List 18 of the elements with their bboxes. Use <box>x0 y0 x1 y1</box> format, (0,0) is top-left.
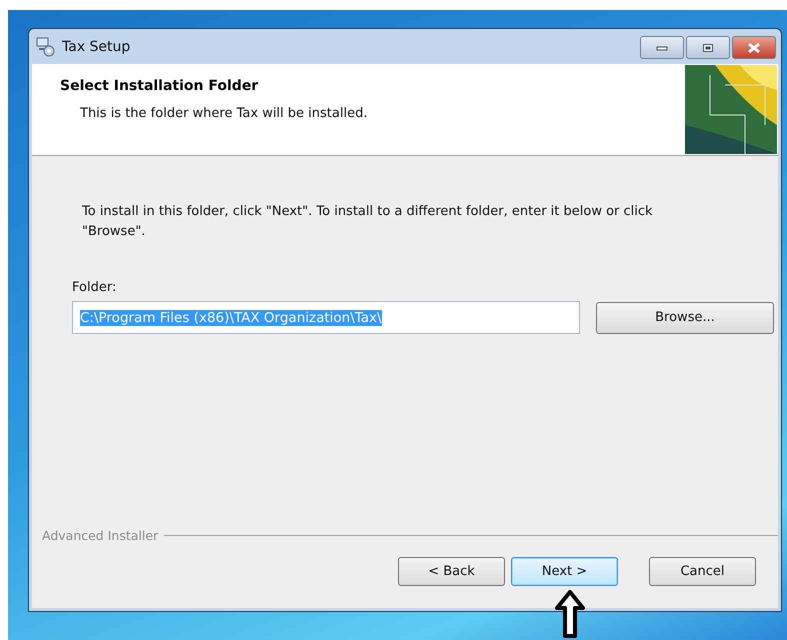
dialog-button[interactable]: Cancel <box>649 557 756 586</box>
up-arrow-icon <box>555 590 585 638</box>
dialog-button[interactable]: Next > <box>511 557 618 586</box>
close-button[interactable] <box>732 36 776 59</box>
instruction-text: To install in this folder, click "Next". To install to a different folder, enter it below or click "Browse". <box>82 203 654 241</box>
page-heading: Select Installation Folder <box>60 78 260 94</box>
minimize-button[interactable] <box>640 36 684 59</box>
setup-icon <box>36 36 56 56</box>
dialog-button[interactable]: < Back <box>398 557 505 586</box>
minimize-icon <box>656 44 668 50</box>
close-icon <box>747 42 761 54</box>
window-title: Tax Setup <box>62 38 132 54</box>
maximize-icon <box>702 42 714 52</box>
browse-button[interactable]: Browse... <box>596 302 774 334</box>
maximize-button[interactable] <box>686 36 730 59</box>
page-subtitle: This is the folder where Tax will be installed. <box>80 106 368 121</box>
branding-label: Advanced Installer <box>42 528 158 543</box>
folder-label: Folder: <box>72 280 118 295</box>
